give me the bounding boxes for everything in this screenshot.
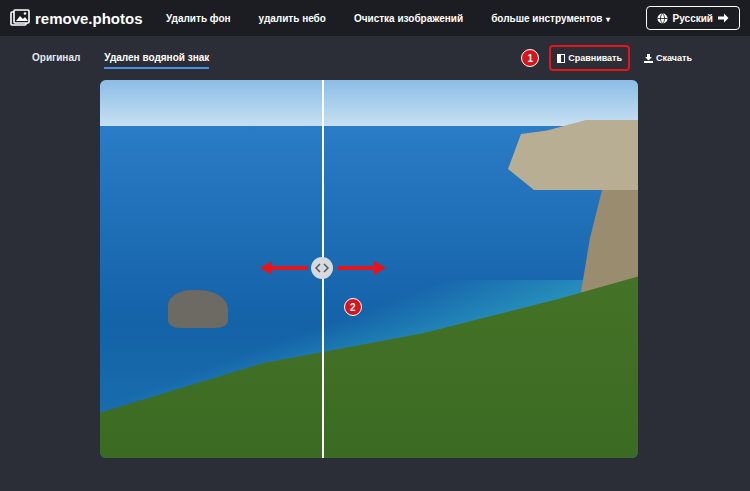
photo-compare-view[interactable]: 2 bbox=[100, 80, 638, 458]
nav: Удалить фон удалить небо Очистка изображен… bbox=[156, 13, 646, 24]
actions: 1 Сравнивать Скачать bbox=[521, 45, 700, 71]
globe-icon bbox=[657, 13, 668, 24]
compare-icon bbox=[557, 54, 565, 63]
action-label: Скачать bbox=[656, 53, 692, 63]
tabs: Оригинал Удален водяной знак bbox=[32, 48, 209, 69]
nav-item[interactable]: Очистка изображений bbox=[354, 13, 463, 24]
logo[interactable]: remove.photos bbox=[10, 9, 156, 27]
logo-text: remove.photos bbox=[35, 10, 143, 27]
caret-icon: ▾ bbox=[606, 15, 610, 24]
compare-handle[interactable] bbox=[311, 257, 333, 279]
download-icon bbox=[644, 54, 653, 63]
action-label: Сравнивать bbox=[568, 53, 622, 63]
arrow-right-icon bbox=[718, 13, 729, 23]
tab[interactable]: Удален водяной знак bbox=[104, 48, 209, 69]
left-right-chevron-icon bbox=[315, 263, 329, 273]
language-label: Русский bbox=[673, 13, 713, 24]
annotation-badge: 2 bbox=[344, 298, 362, 316]
language-button[interactable]: Русский bbox=[646, 6, 740, 30]
nav-item[interactable]: удалить небо bbox=[259, 13, 326, 24]
nav-item[interactable]: Удалить фон bbox=[166, 13, 231, 24]
download-button[interactable]: Скачать bbox=[636, 45, 700, 71]
sky bbox=[100, 80, 638, 126]
tab[interactable]: Оригинал bbox=[32, 48, 80, 69]
annotation-badge: 1 bbox=[521, 49, 539, 67]
picture-logo-icon bbox=[10, 9, 30, 27]
toolbar: Оригинал Удален водяной знак 1 Сравнивать Ск… bbox=[0, 36, 750, 74]
rock bbox=[168, 290, 228, 328]
page: remove.photos Удалить фон удалить небо Очис… bbox=[0, 0, 750, 491]
compare-divider[interactable]: 2 bbox=[322, 80, 324, 458]
compare-button[interactable]: Сравнивать bbox=[549, 45, 630, 71]
nav-item[interactable]: больше инструментов▾ bbox=[491, 13, 610, 24]
top-bar: remove.photos Удалить фон удалить небо Очис… bbox=[0, 0, 750, 36]
